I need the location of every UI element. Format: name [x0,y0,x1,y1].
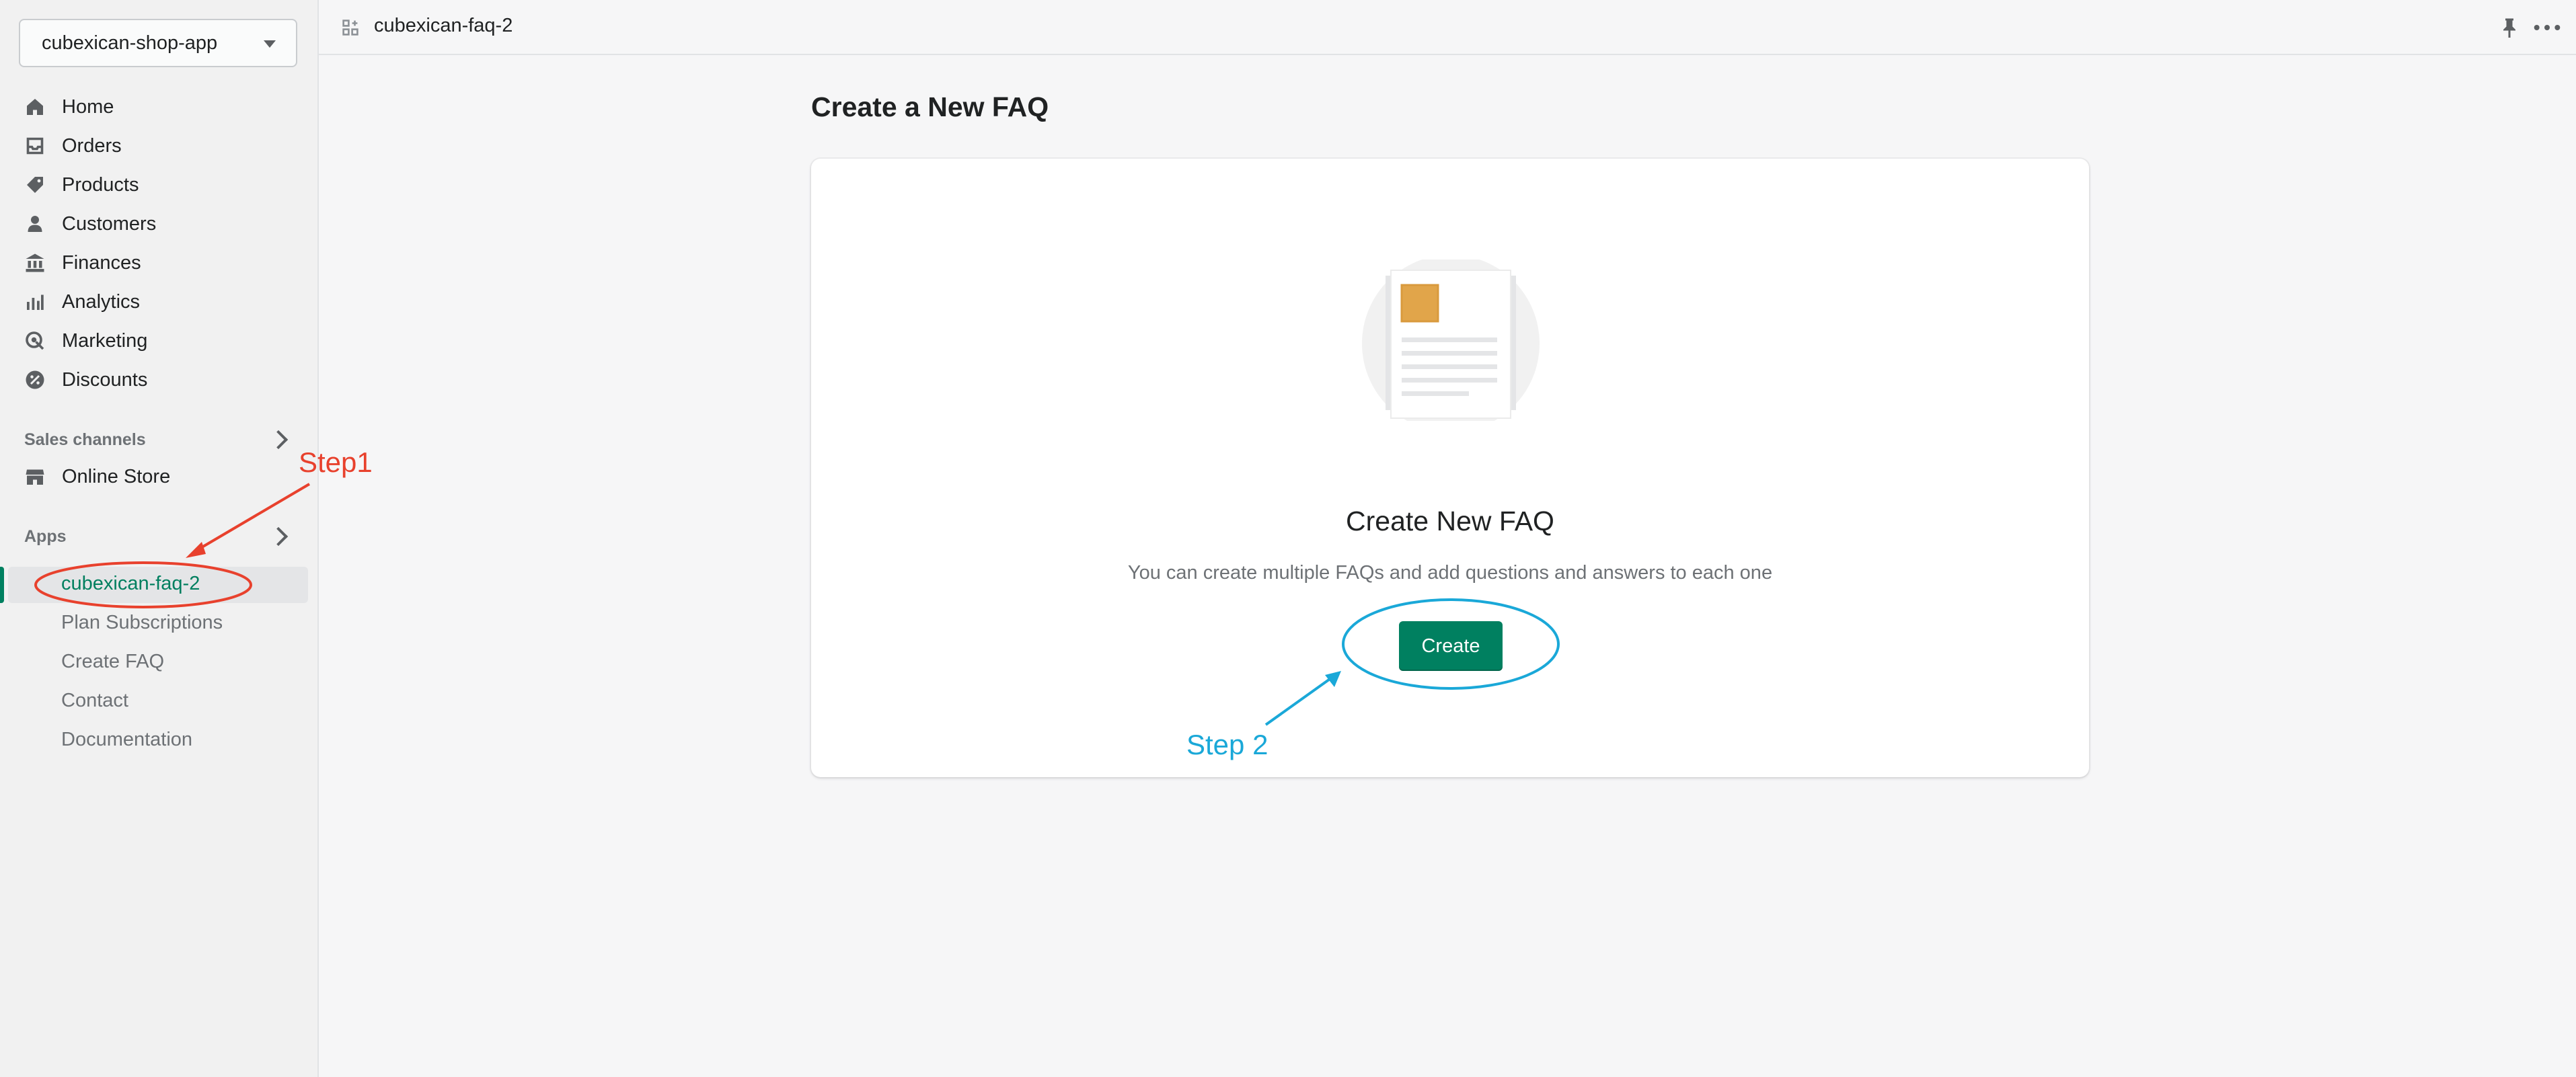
nav-item-label: Marketing [62,329,148,352]
nav-item-products[interactable]: Products [24,168,139,202]
discount-icon [24,369,46,391]
tag-icon [24,174,46,196]
caret-down-icon [264,40,276,48]
document-illustration [1362,260,1540,421]
bar-chart-icon [24,291,46,313]
nav-item-label: Customers [62,212,157,235]
create-button[interactable]: Create [1399,621,1503,671]
bank-icon [24,252,46,274]
more-actions-icon[interactable] [2532,16,2563,39]
empty-state-description: You can create multiple FAQs and add que… [1127,562,1773,584]
nav-item-label: Products [62,173,139,196]
chevron-right-icon[interactable] [268,430,289,450]
empty-state-card: Create New FAQ You can create multiple F… [811,159,2089,777]
app-title: cubexican-faq-2 [374,15,513,36]
sidebar-item-documentation[interactable]: Documentation [61,729,192,751]
app-grid-icon [342,19,358,36]
nav-item-home[interactable]: Home [24,90,114,124]
target-icon [24,330,46,352]
home-icon [24,96,46,118]
sidebar-item-contact[interactable]: Contact [61,690,128,712]
app-topbar: cubexican-faq-2 [319,0,2576,55]
page-title: Create a New FAQ [811,91,1049,122]
nav-item-label: Online Store [62,465,171,487]
nav-item-analytics[interactable]: Analytics [24,285,140,319]
nav-item-customers[interactable]: Customers [24,207,156,241]
nav-item-label: Analytics [62,290,141,313]
apps-heading: Apps [24,527,67,546]
step1-annotation: Step1 [299,446,373,478]
store-selector[interactable]: cubexican-shop-app [19,19,297,67]
nav-item-marketing[interactable]: Marketing [24,324,147,358]
nav-item-online-store[interactable]: Online Store [24,460,170,493]
nav-item-label: Discounts [62,368,148,391]
sidebar: cubexican-shop-app Home Orders Products … [0,0,319,1077]
nav-item-label: Orders [62,134,122,157]
person-icon [24,213,46,235]
empty-state-heading: Create New FAQ [1346,506,1554,536]
sidebar-item-create-faq[interactable]: Create FAQ [61,651,164,673]
store-icon [24,466,46,487]
step2-annotation: Step 2 [1186,729,1268,760]
nav-item-finances[interactable]: Finances [24,246,141,280]
chevron-right-icon[interactable] [268,526,289,547]
nav-item-label: Finances [62,251,141,274]
sidebar-item-plan-subscriptions[interactable]: Plan Subscriptions [61,612,223,634]
sales-channels-heading: Sales channels [24,430,146,449]
inbox-icon [24,135,46,157]
active-indicator [0,567,4,603]
store-name: cubexican-shop-app [42,32,218,54]
sidebar-item-cubexican-faq-2[interactable]: cubexican-faq-2 [61,573,200,595]
nav-item-orders[interactable]: Orders [24,129,122,163]
nav-item-discounts[interactable]: Discounts [24,363,147,397]
pin-icon[interactable] [2499,16,2520,39]
nav-item-label: Home [62,95,114,118]
